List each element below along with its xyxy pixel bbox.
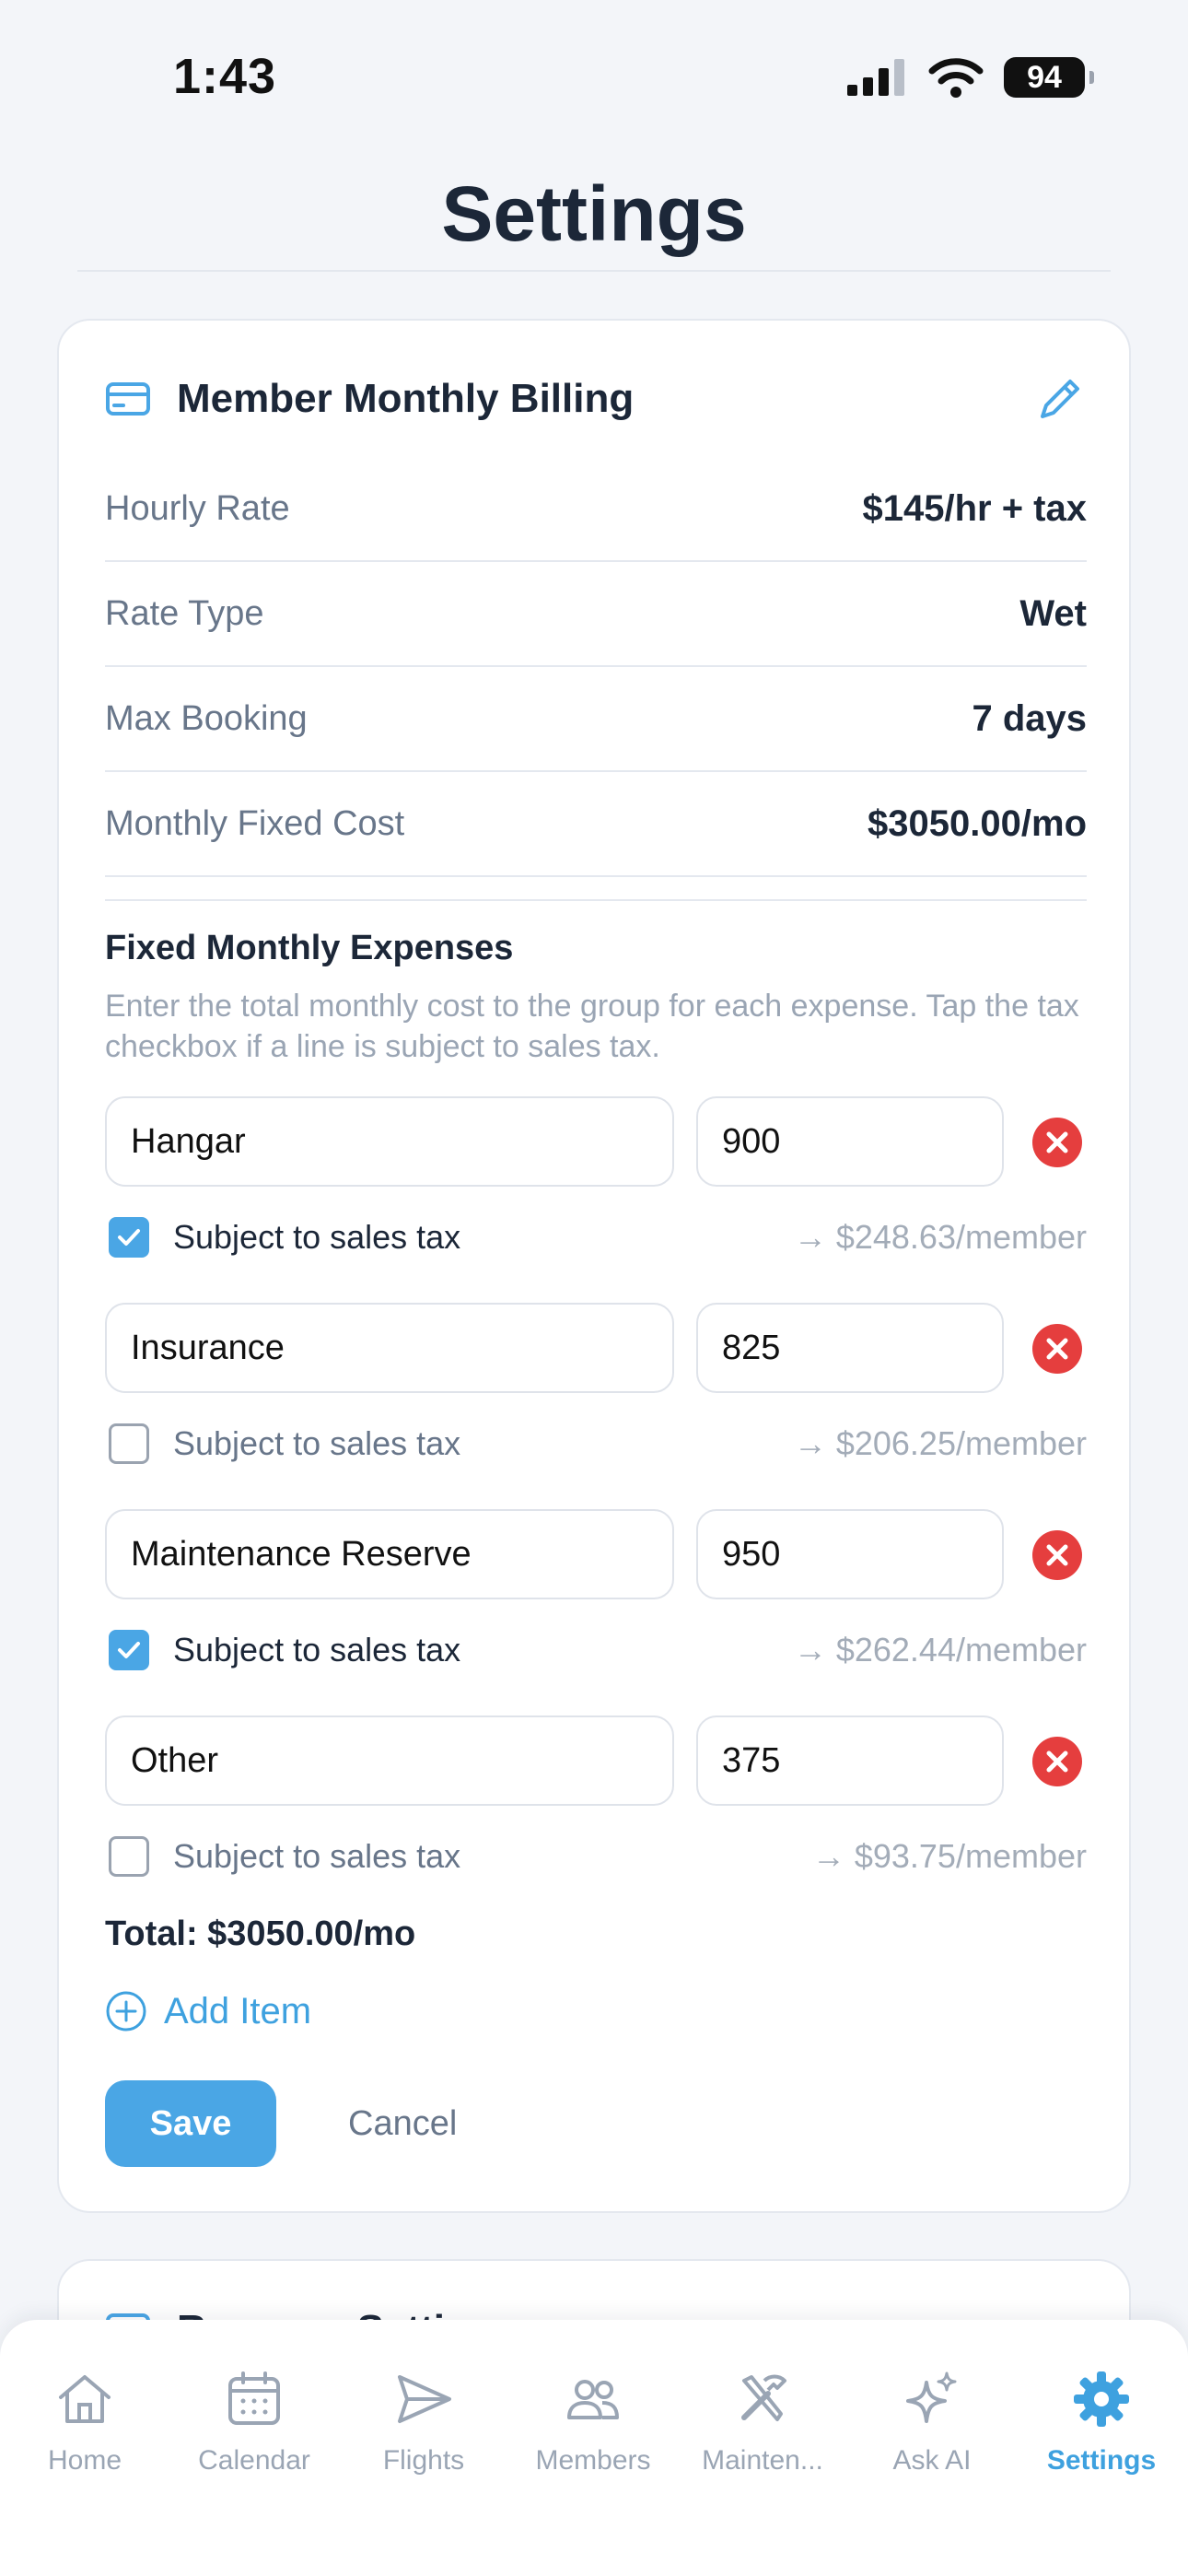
status-bar: 1:43 94 [0, 0, 1188, 147]
tools-icon [741, 2374, 786, 2421]
tab-members[interactable]: Members [508, 2368, 678, 2476]
members-icon [567, 2380, 619, 2419]
sales-tax-checkbox[interactable] [109, 1217, 149, 1258]
tab-settings[interactable]: Settings [1017, 2368, 1186, 2476]
monthly-fixed-cost-value: $3050.00/mo [868, 802, 1087, 844]
hourly-rate-row: Hourly Rate $145/hr + tax [105, 457, 1087, 562]
sales-tax-toggle[interactable]: Subject to sales tax [109, 1216, 460, 1259]
status-icons: 94 [847, 57, 1094, 98]
tab-label: Calendar [198, 2445, 310, 2476]
tab-label: Home [47, 2445, 122, 2476]
status-time: 1:43 [173, 49, 277, 104]
tab-label: Flights [382, 2445, 465, 2476]
paper-plane-icon [398, 2375, 451, 2423]
expense-name-input[interactable] [105, 1715, 674, 1806]
sales-tax-label: Subject to sales tax [173, 1218, 461, 1256]
cancel-button[interactable]: Cancel [348, 2080, 457, 2167]
billing-card: Member Monthly Billing Hourly Rate $145/… [57, 319, 1131, 2213]
save-button[interactable]: Save [105, 2080, 276, 2167]
rate-type-value: Wet [1019, 592, 1087, 634]
sales-tax-label: Subject to sales tax [173, 1424, 461, 1462]
credit-card-icon [106, 382, 150, 416]
sales-tax-checkbox[interactable] [109, 1836, 149, 1877]
expense-item: Subject to sales tax → $248.63/member [105, 1096, 1087, 1281]
expense-name-input[interactable] [105, 1303, 674, 1393]
title-divider [77, 270, 1111, 272]
max-booking-row: Max Booking 7 days [105, 667, 1087, 772]
tab-calendar[interactable]: Calendar [169, 2368, 339, 2476]
expense-name-input[interactable] [105, 1096, 674, 1187]
remove-expense-icon[interactable] [1031, 1529, 1083, 1581]
expense-item: Subject to sales tax → $206.25/member [105, 1303, 1087, 1487]
expenses-help-text: Enter the total monthly cost to the grou… [105, 989, 1079, 1064]
sparkles-icon [906, 2371, 957, 2423]
expense-item: Subject to sales tax → $262.44/member [105, 1509, 1087, 1693]
expense-name-input[interactable] [105, 1509, 674, 1599]
cellular-signal-icon [847, 59, 904, 96]
tab-ask-ai[interactable]: Ask AI [847, 2368, 1017, 2476]
battery-icon: 94 [1004, 57, 1094, 98]
sales-tax-toggle[interactable]: Subject to sales tax [109, 1835, 460, 1878]
max-booking-value: 7 days [972, 697, 1087, 739]
expenses-total: Total: $3050.00/mo [105, 1914, 416, 1953]
battery-level: 94 [1027, 59, 1062, 95]
remove-expense-icon[interactable] [1031, 1736, 1083, 1787]
per-member-cost: → $93.75/member [811, 1837, 1087, 1875]
tab-label: Ask AI [892, 2445, 972, 2476]
hourly-rate-value: $145/hr + tax [862, 487, 1088, 529]
monthly-fixed-cost-row: Monthly Fixed Cost $3050.00/mo [105, 772, 1087, 877]
tab-flights[interactable]: Flights [339, 2368, 508, 2476]
tab-label: Settings [1046, 2445, 1157, 2476]
gear-icon [1074, 2371, 1129, 2427]
calendar-icon [228, 2371, 280, 2425]
tab-maintenance[interactable]: Mainten... [678, 2368, 847, 2476]
per-member-cost: → $206.25/member [793, 1424, 1087, 1462]
home-icon [59, 2375, 111, 2423]
billing-card-title: Member Monthly Billing [177, 376, 635, 421]
checkmark-icon [118, 1642, 140, 1658]
section-divider [105, 899, 1087, 901]
add-item-button[interactable]: Add Item [105, 1990, 311, 2032]
per-member-cost: → $248.63/member [793, 1218, 1087, 1256]
expenses-title: Fixed Monthly Expenses [105, 929, 514, 967]
sales-tax-label: Subject to sales tax [173, 1837, 461, 1875]
max-booking-label: Max Booking [105, 698, 308, 738]
expense-amount-input[interactable] [696, 1096, 1004, 1187]
tab-label: Members [535, 2445, 651, 2476]
tab-bar: Home Calendar Flights Members Mainten...… [0, 2320, 1188, 2576]
expense-amount-input[interactable] [696, 1303, 1004, 1393]
tab-label: Mainten... [702, 2445, 823, 2476]
rate-type-row: Rate Type Wet [105, 562, 1087, 667]
page-title: Settings [441, 170, 747, 257]
sales-tax-toggle[interactable]: Subject to sales tax [109, 1423, 460, 1465]
billing-card-header: Member Monthly Billing [105, 367, 1085, 431]
remove-expense-icon[interactable] [1031, 1323, 1083, 1375]
tab-home[interactable]: Home [0, 2368, 169, 2476]
add-item-label: Add Item [164, 1990, 312, 2032]
expense-item: Subject to sales tax → $93.75/member [105, 1715, 1087, 1900]
sales-tax-toggle[interactable]: Subject to sales tax [109, 1629, 460, 1671]
plus-circle-icon [106, 1991, 146, 2032]
sales-tax-checkbox[interactable] [109, 1630, 149, 1670]
edit-pencil-icon[interactable] [1035, 374, 1085, 424]
hourly-rate-label: Hourly Rate [105, 488, 290, 528]
expense-amount-input[interactable] [696, 1715, 1004, 1806]
expense-amount-input[interactable] [696, 1509, 1004, 1599]
per-member-cost: → $262.44/member [793, 1631, 1087, 1669]
rate-type-label: Rate Type [105, 593, 264, 633]
checkmark-icon [118, 1229, 140, 1246]
wifi-icon [928, 58, 984, 98]
monthly-fixed-cost-label: Monthly Fixed Cost [105, 803, 405, 843]
sales-tax-label: Subject to sales tax [173, 1631, 461, 1669]
sales-tax-checkbox[interactable] [109, 1423, 149, 1464]
remove-expense-icon[interactable] [1031, 1117, 1083, 1168]
